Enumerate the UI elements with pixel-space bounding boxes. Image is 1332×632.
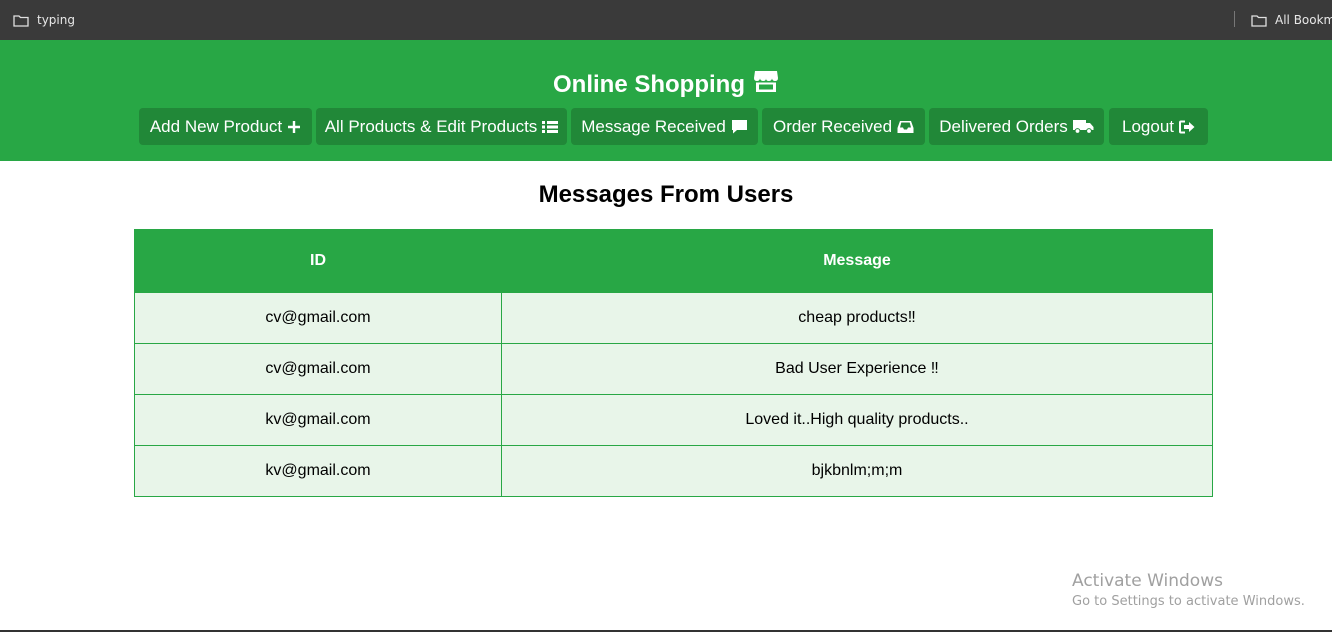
column-header-id: ID (134, 229, 502, 293)
table-row: kv@gmail.com bjkbnlm;m;m (134, 445, 1213, 497)
watermark-subtitle: Go to Settings to activate Windows. (1072, 594, 1305, 609)
watermark-title: Activate Windows (1072, 571, 1223, 591)
bookmarks-separator (1234, 11, 1235, 27)
site-title: Online Shopping (0, 69, 1332, 100)
table-header-row: ID Message (134, 229, 1213, 293)
message-received-button[interactable]: Message Received (571, 108, 758, 145)
column-header-message: Message (501, 229, 1213, 293)
bookmark-folder-all[interactable]: All Bookma (1251, 0, 1332, 40)
cell-id: cv@gmail.com (134, 292, 502, 344)
nav-label: All Products & Edit Products (324, 116, 538, 136)
cell-id: kv@gmail.com (134, 445, 502, 497)
bookmark-label: All Bookma (1275, 13, 1332, 27)
nav-label: Add New Product (149, 116, 283, 136)
bookmarks-bar: typing All Bookma (0, 0, 1332, 40)
bookmark-label: typing (37, 13, 75, 27)
cell-message: Bad User Experience ‼ (501, 343, 1213, 395)
table-row: cv@gmail.com Bad User Experience ‼ (134, 343, 1213, 395)
nav-label: Order Received (772, 116, 893, 136)
site-header: Online Shopping Add New Product All Prod… (0, 40, 1332, 161)
add-new-product-button[interactable]: Add New Product (139, 108, 312, 145)
cell-message: Loved it..High quality products.. (501, 394, 1213, 446)
cell-id: cv@gmail.com (134, 343, 502, 395)
cell-message: cheap products‼ (501, 292, 1213, 344)
sign-out-icon (1179, 120, 1195, 134)
cell-id: kv@gmail.com (134, 394, 502, 446)
store-icon (753, 69, 779, 100)
nav-label: Message Received (581, 116, 726, 136)
site-title-text: Online Shopping (553, 70, 745, 98)
truck-icon (1072, 119, 1094, 134)
comment-icon (731, 119, 748, 134)
order-received-button[interactable]: Order Received (762, 108, 925, 145)
bookmark-folder-typing[interactable]: typing (13, 0, 75, 40)
messages-table: ID Message cv@gmail.com cheap products‼ … (134, 229, 1213, 497)
table-row: cv@gmail.com cheap products‼ (134, 292, 1213, 344)
all-products-button[interactable]: All Products & Edit Products (316, 108, 567, 145)
delivered-orders-button[interactable]: Delivered Orders (929, 108, 1104, 145)
logout-button[interactable]: Logout (1109, 108, 1208, 145)
cell-message: bjkbnlm;m;m (501, 445, 1213, 497)
folder-icon (1251, 14, 1267, 27)
nav-label: Logout (1122, 116, 1174, 136)
table-row: kv@gmail.com Loved it..High quality prod… (134, 394, 1213, 446)
list-icon (542, 120, 559, 134)
admin-nav: Add New Product All Products & Edit Prod… (0, 108, 1332, 145)
activate-windows-watermark: Activate Windows Go to Settings to activ… (1072, 571, 1305, 609)
plus-icon (287, 120, 301, 134)
nav-label: Delivered Orders (939, 116, 1068, 136)
page-title: Messages From Users (538, 181, 794, 208)
inbox-icon (897, 120, 914, 134)
folder-icon (13, 14, 29, 27)
